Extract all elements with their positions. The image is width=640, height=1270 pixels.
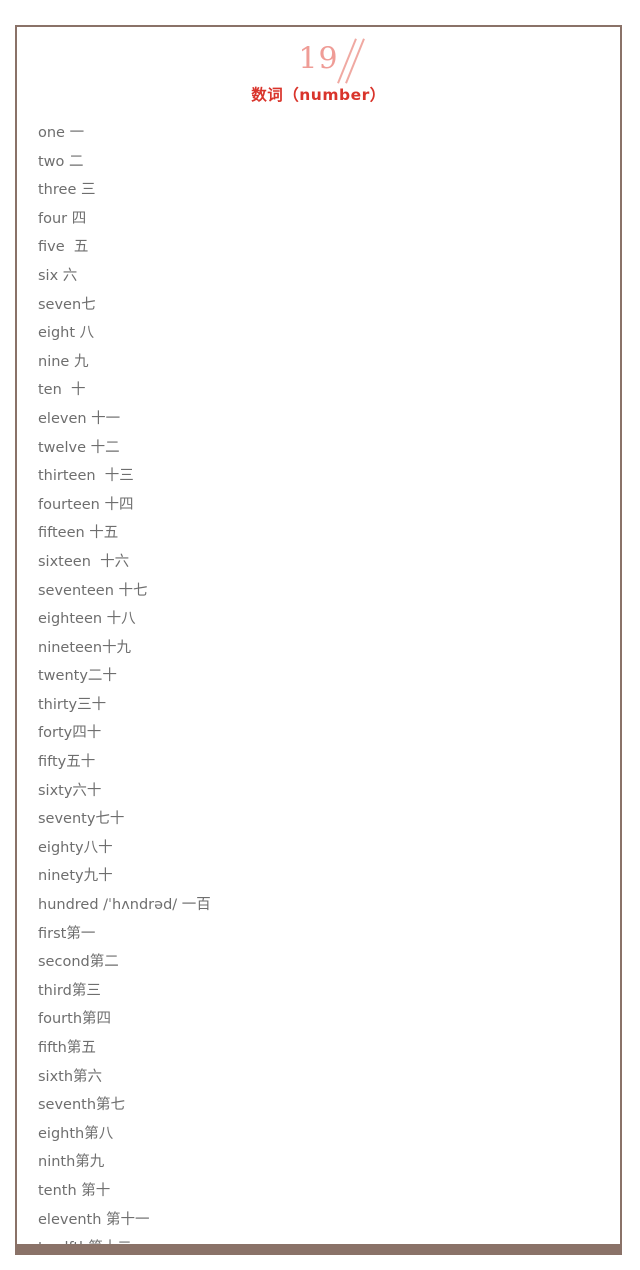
list-item: eleven 十一 (38, 410, 121, 427)
lesson-card: 19 数词（number） one 一 two 二 three 三 four 四 fiv… (15, 25, 622, 1256)
list-item: seventy七十 (38, 811, 125, 828)
page-root: 19 数词（number） one 一 two 二 three 三 four 四 fiv… (0, 0, 640, 1270)
card-header: 19 数词（number） (17, 27, 620, 105)
list-item: fourteen 十四 (38, 496, 134, 513)
list-item: nineteen十九 (38, 639, 132, 656)
section-title-english: number (299, 86, 370, 104)
list-item: six 六 (38, 267, 78, 284)
footer-accent-bar (15, 1244, 622, 1255)
list-item: one 一 (38, 125, 85, 141)
list-item: twenty二十 (38, 668, 117, 685)
list-item: sixty六十 (38, 782, 102, 799)
list-item: first第一 (38, 925, 96, 942)
list-item: eight 八 (38, 325, 95, 342)
list-item: thirteen 十三 (38, 468, 134, 485)
list-item: forty四十 (38, 725, 102, 742)
list-item: five 五 (38, 239, 89, 256)
list-item: third第三 (38, 982, 101, 999)
list-item: seventeen 十七 (38, 582, 148, 599)
list-item: eleventh 第十一 (38, 1211, 150, 1228)
section-title-close-paren: ） (369, 86, 386, 104)
list-item: eighth第八 (38, 1125, 114, 1142)
list-item: seventh第七 (38, 1097, 126, 1114)
list-item: ninth第九 (38, 1154, 105, 1171)
list-item: seven七 (38, 296, 96, 313)
double-slash-decoration-icon (336, 38, 373, 85)
list-item: fourth第四 (38, 1011, 112, 1028)
list-item: two 二 (38, 153, 84, 170)
list-item: ten 十 (38, 382, 86, 399)
vocabulary-list: one 一 two 二 three 三 four 四 five 五 six 六 seven七… (17, 105, 620, 1263)
section-title-chinese: 数词 (251, 86, 284, 104)
list-item: second第二 (38, 954, 119, 971)
chapter-number-group: 19 (298, 37, 365, 84)
list-item: thirty三十 (38, 696, 107, 713)
list-item: eighty八十 (38, 839, 113, 856)
list-item: ninety九十 (38, 868, 113, 885)
list-item: twelve 十二 (38, 439, 120, 456)
chapter-number: 19 (298, 41, 339, 77)
list-item: three 三 (38, 182, 96, 199)
list-item: fifteen 十五 (38, 525, 119, 542)
list-item: tenth 第十 (38, 1182, 111, 1199)
list-item: hundred /ˈhʌndrəd/ 一百 (38, 897, 211, 914)
list-item: sixth第六 (38, 1068, 103, 1085)
list-item: four 四 (38, 210, 87, 227)
list-item: sixteen 十六 (38, 553, 130, 570)
list-item: fifty五十 (38, 754, 96, 771)
list-item: nine 九 (38, 353, 89, 370)
list-item: fifth第五 (38, 1040, 96, 1056)
section-title-open-paren: （ (283, 86, 300, 104)
page-title: 数词（number） (17, 83, 620, 105)
list-item: eighteen 十八 (38, 611, 136, 628)
